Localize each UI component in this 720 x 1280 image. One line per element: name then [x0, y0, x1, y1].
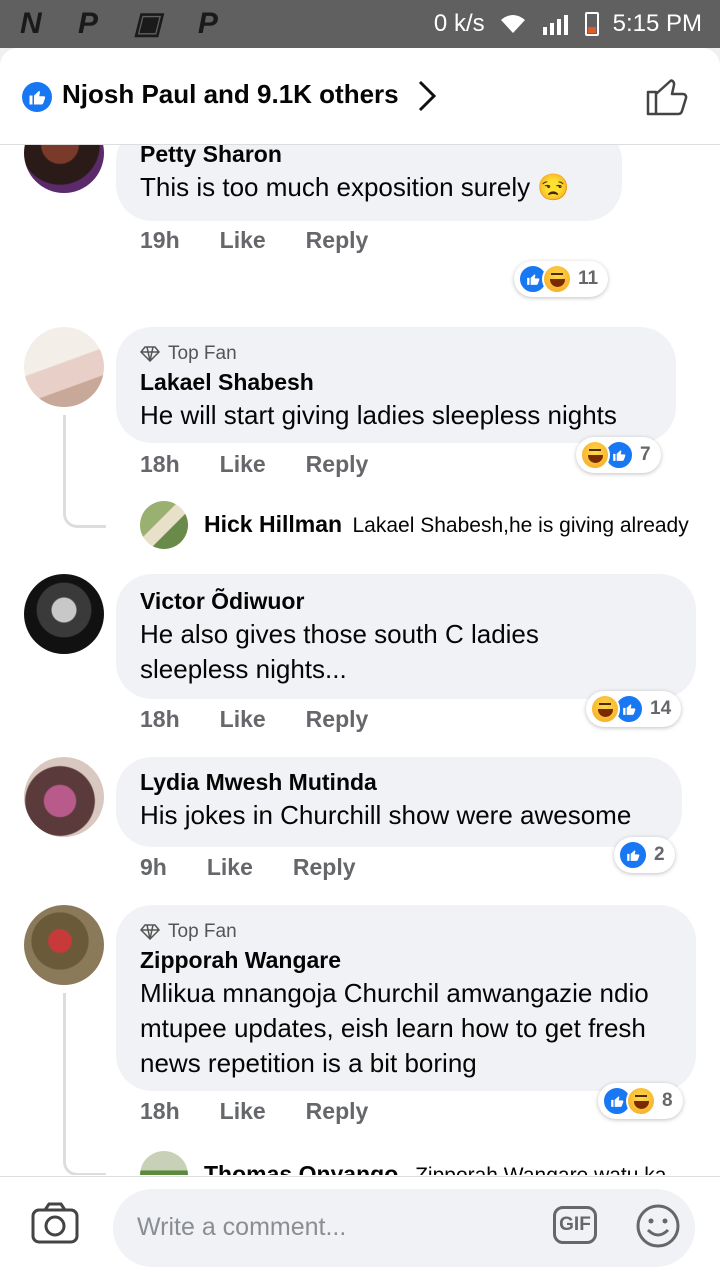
reaction-count: 14: [650, 698, 672, 719]
comment-author[interactable]: Lakael Shabesh: [140, 369, 652, 396]
avatar[interactable]: [24, 327, 104, 407]
reactions-comments-sheet: Njosh Paul and 9.1K others Petty Sharon …: [0, 48, 720, 1280]
thumb-up-outline-icon[interactable]: [644, 74, 690, 118]
battery-icon: [584, 12, 599, 36]
like-action[interactable]: Like: [220, 1098, 266, 1125]
reply-action[interactable]: Reply: [306, 451, 369, 478]
comment-author[interactable]: Petty Sharon: [140, 145, 598, 168]
gif-button[interactable]: GIF: [553, 1206, 597, 1244]
reaction-count: 11: [578, 268, 599, 289]
comment-list[interactable]: Petty Sharon This is too much exposition…: [0, 145, 720, 1175]
reaction-badge[interactable]: 2: [614, 837, 675, 873]
comment-text: Mlikua mnangoja Churchil amwangazie ndio…: [140, 978, 649, 1078]
camera-icon[interactable]: [30, 1201, 80, 1245]
top-fan-label: Top Fan: [168, 343, 237, 364]
comment-text: This is too much exposition surely 😒: [140, 172, 570, 202]
clock: 5:15 PM: [612, 10, 702, 37]
comment-bubble[interactable]: Top Fan Lakael Shabesh He will start giv…: [116, 327, 676, 443]
comment-composer: Write a comment... GIF: [0, 1176, 720, 1280]
reaction-badge[interactable]: 11: [514, 261, 609, 297]
comment-actions: 19h Like Reply: [140, 227, 408, 254]
comment-text: He also gives those south C ladies sleep…: [140, 619, 539, 684]
comment-text: His jokes in Churchill show were awesome: [140, 800, 632, 830]
chevron-right-icon[interactable]: [412, 78, 442, 114]
reaction-count: 2: [654, 844, 665, 865]
reply-action[interactable]: Reply: [293, 854, 356, 881]
haha-reaction-icon: [626, 1086, 656, 1116]
comment-author[interactable]: Victor Õdiwuor: [140, 588, 672, 615]
comment-time: 18h: [140, 706, 180, 732]
reaction-badge[interactable]: 8: [598, 1083, 683, 1119]
haha-reaction-icon: [580, 440, 610, 470]
comment-time: 19h: [140, 227, 180, 253]
network-speed: 0 k/s: [433, 10, 485, 37]
top-fan-badge: Top Fan: [140, 921, 672, 943]
comment-bubble[interactable]: Top Fan Zipporah Wangare Mlikua mnangoja…: [116, 905, 696, 1091]
reply-text: Zipporah Wangare watu ka...: [415, 1164, 684, 1175]
top-fan-label: Top Fan: [168, 921, 237, 942]
comment-actions: 18h Like Reply: [140, 706, 408, 733]
like-action[interactable]: Like: [220, 706, 266, 733]
avatar[interactable]: [24, 145, 104, 193]
like-reaction-icon: [618, 840, 648, 870]
comment-actions: 9h Like Reply: [140, 854, 396, 881]
emoji-icon[interactable]: [635, 1203, 681, 1249]
avatar[interactable]: [24, 574, 104, 654]
comment-bubble[interactable]: Lydia Mwesh Mutinda His jokes in Churchi…: [116, 757, 682, 847]
comment-text: He will start giving ladies sleepless ni…: [140, 400, 617, 430]
haha-reaction-icon: [542, 264, 572, 294]
reply-action[interactable]: Reply: [306, 1098, 369, 1125]
comment-input[interactable]: Write a comment... GIF: [113, 1189, 695, 1267]
diamond-icon: [140, 924, 160, 940]
like-action[interactable]: Like: [207, 854, 253, 881]
reply-author[interactable]: Thomas Onyango.: [204, 1161, 405, 1175]
wifi-icon: [500, 15, 525, 33]
reaction-count: 8: [662, 1090, 673, 1111]
notification-app-icons: N P ▣ P: [20, 7, 232, 40]
comment-time: 9h: [140, 854, 167, 880]
thread-line: [63, 993, 106, 1175]
reply-preview[interactable]: Thomas Onyango. Zipporah Wangare watu ka…: [204, 1161, 684, 1175]
reply-action[interactable]: Reply: [306, 706, 369, 733]
reply-action[interactable]: Reply: [306, 227, 369, 254]
comment-actions: 18h Like Reply: [140, 1098, 408, 1125]
reply-text: Lakael Shabesh,he is giving already: [352, 514, 689, 537]
avatar[interactable]: [24, 757, 104, 837]
avatar[interactable]: [24, 905, 104, 985]
sheet-header: Njosh Paul and 9.1K others: [0, 48, 720, 145]
reaction-badge[interactable]: 7: [576, 437, 661, 473]
comment-bubble[interactable]: Victor Õdiwuor He also gives those south…: [116, 574, 696, 699]
comment-input-placeholder: Write a comment...: [137, 1213, 347, 1241]
haha-reaction-icon: [590, 694, 620, 724]
comment-author[interactable]: Zipporah Wangare: [140, 947, 672, 974]
reactions-summary-link[interactable]: Njosh Paul and 9.1K others: [62, 79, 399, 110]
diamond-icon: [140, 346, 160, 362]
status-bar: N P ▣ P 0 k/s 5:15 PM: [0, 0, 720, 48]
thread-line: [63, 415, 106, 528]
reaction-count: 7: [640, 444, 651, 465]
top-fan-badge: Top Fan: [140, 343, 652, 365]
reply-avatar[interactable]: [140, 501, 188, 549]
comment-author[interactable]: Lydia Mwesh Mutinda: [140, 769, 658, 796]
reaction-badge[interactable]: 14: [586, 691, 682, 727]
signal-icon: [542, 15, 568, 35]
comment-time: 18h: [140, 451, 180, 477]
like-action[interactable]: Like: [220, 451, 266, 478]
like-icon: [22, 82, 52, 112]
comment-actions: 18h Like Reply: [140, 451, 408, 478]
comment-bubble[interactable]: Petty Sharon This is too much exposition…: [116, 145, 622, 221]
comment-time: 18h: [140, 1098, 180, 1124]
reply-preview[interactable]: Hick Hillman Lakael Shabesh,he is giving…: [204, 511, 689, 538]
reply-avatar[interactable]: [140, 1151, 188, 1175]
reply-author[interactable]: Hick Hillman: [204, 511, 342, 537]
like-action[interactable]: Like: [220, 227, 266, 254]
